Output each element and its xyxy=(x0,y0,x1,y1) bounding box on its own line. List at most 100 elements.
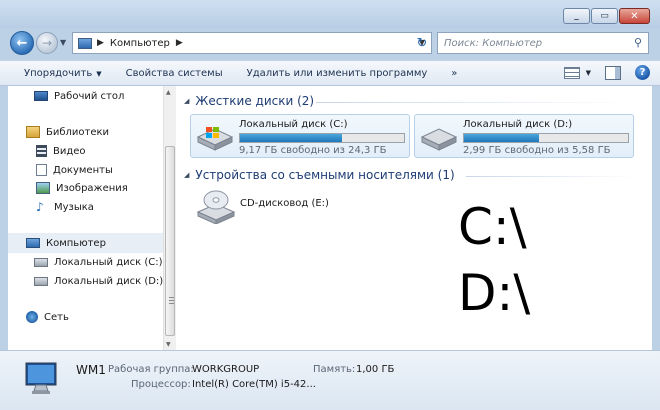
nav-item-disk-d[interactable]: Локальный диск (D:) xyxy=(8,271,166,291)
drive-free-space: 9,17 ГБ свободно из 24,3 ГБ xyxy=(239,145,387,156)
processor-value: Intel(R) Core(TM) i5-42... xyxy=(192,379,316,390)
refresh-button[interactable]: ↻ xyxy=(411,32,433,54)
organize-label: Упорядочить xyxy=(24,67,93,79)
nav-item-computer[interactable]: Компьютер xyxy=(8,233,166,253)
nav-item-label: Рабочий стол xyxy=(54,90,125,102)
close-icon: ✕ xyxy=(630,10,639,22)
group-title: Устройства со съемными носителями (1) xyxy=(195,168,455,182)
drive-usage-bar xyxy=(463,133,629,143)
video-icon xyxy=(36,145,47,157)
organize-button[interactable]: Упорядочить ▼ xyxy=(24,68,102,79)
maximize-button[interactable]: ▭ xyxy=(591,8,618,24)
computer-icon xyxy=(26,238,40,248)
navigation-pane: Рабочий стол Библиотеки Видео Документы … xyxy=(8,86,176,350)
group-header-hard-drives[interactable]: ◢ Жесткие диски (2) xyxy=(184,94,314,108)
drive-usage-fill xyxy=(464,134,540,142)
nav-item-label: Изображения xyxy=(56,182,128,194)
title-bar: _ ▭ ✕ xyxy=(0,0,660,28)
back-arrow-icon: ← xyxy=(16,35,28,51)
search-icon[interactable]: ⚲ xyxy=(634,36,642,49)
drive-tile-c[interactable]: Локальный диск (C:) 9,17 ГБ свободно из … xyxy=(190,114,410,158)
scrollbar-thumb[interactable] xyxy=(165,146,175,336)
network-icon xyxy=(26,311,38,323)
nav-item-images[interactable]: Изображения xyxy=(8,178,166,198)
scroll-down-icon[interactable]: ▼ xyxy=(166,341,171,348)
navigation-row: ← → ▼ ▶ Компьютер ▶ ▼ ↻ ⚲ xyxy=(0,28,660,58)
music-icon: ♪ xyxy=(36,200,44,214)
processor-label: Процессор: xyxy=(131,379,191,390)
drive-usage-fill xyxy=(240,134,342,142)
nav-item-label: Документы xyxy=(53,164,113,176)
address-bar[interactable]: ▶ Компьютер ▶ ▼ xyxy=(72,32,432,54)
cd-drive-item[interactable]: CD-дисковод (E:) xyxy=(196,188,416,228)
scroll-up-icon[interactable]: ▲ xyxy=(166,89,171,96)
preview-pane-icon[interactable] xyxy=(605,65,621,80)
explorer-window: _ ▭ ✕ ← → ▼ ▶ Компьютер ▶ ▼ ↻ ⚲ Упорядоч… xyxy=(0,0,660,410)
desktop-icon xyxy=(34,91,48,101)
memory-label: Память: xyxy=(313,364,356,375)
view-options-icon xyxy=(563,66,580,79)
nav-item-disk-c[interactable]: Локальный диск (C:) xyxy=(8,252,166,272)
back-button[interactable]: ← xyxy=(10,31,34,55)
content-area: Рабочий стол Библиотеки Видео Документы … xyxy=(8,86,652,350)
nav-item-label: Сеть xyxy=(44,311,69,323)
nav-item-label: Музыка xyxy=(54,201,94,213)
workgroup-value: WORKGROUP xyxy=(192,364,260,375)
libraries-icon xyxy=(26,126,40,138)
chevron-down-icon: ▼ xyxy=(96,69,102,78)
breadcrumb-separator-icon[interactable]: ▶ xyxy=(176,38,183,48)
search-box: ⚲ xyxy=(437,32,649,54)
nav-item-desktop[interactable]: Рабочий стол xyxy=(8,86,166,106)
refresh-icon: ↻ xyxy=(416,35,428,51)
nav-item-label: Локальный диск (D:) xyxy=(54,275,164,287)
collapse-icon: ◢ xyxy=(184,171,190,179)
cd-drive-name: CD-дисковод (E:) xyxy=(240,198,329,209)
computer-monitor-icon xyxy=(25,362,57,394)
search-input[interactable] xyxy=(444,37,614,49)
nav-scrollbar[interactable]: ▲ ▼ xyxy=(163,86,176,350)
documents-icon xyxy=(36,164,47,176)
hard-drive-icon xyxy=(420,128,458,151)
overlay-text-d: D:\ xyxy=(458,264,531,322)
memory-value: 1,00 ГБ xyxy=(356,364,395,375)
drive-icon xyxy=(34,257,48,267)
nav-item-label: Компьютер xyxy=(46,237,106,249)
close-button[interactable]: ✕ xyxy=(619,8,650,24)
collapse-icon: ◢ xyxy=(184,97,190,105)
breadcrumb-separator-icon[interactable]: ▶ xyxy=(97,38,104,48)
group-title: Жесткие диски (2) xyxy=(195,94,315,108)
cd-drive-icon xyxy=(196,190,236,224)
nav-item-music[interactable]: ♪ Музыка xyxy=(8,197,166,217)
minimize-button[interactable]: _ xyxy=(563,8,590,24)
nav-item-label: Библиотеки xyxy=(46,126,110,138)
overlay-text-c: C:\ xyxy=(458,198,527,256)
drive-free-space: 2,99 ГБ свободно из 5,58 ГБ xyxy=(463,145,611,156)
computer-icon xyxy=(78,37,92,49)
help-icon[interactable]: ? xyxy=(635,65,650,80)
nav-item-video[interactable]: Видео xyxy=(8,141,166,161)
hard-drive-icon xyxy=(196,127,234,151)
group-divider xyxy=(466,176,636,177)
drive-name: Локальный диск (D:) xyxy=(463,119,573,130)
recent-pages-dropdown[interactable]: ▼ xyxy=(60,38,66,47)
computer-name: WM1 xyxy=(76,363,106,377)
drive-tile-d[interactable]: Локальный диск (D:) 2,99 ГБ свободно из … xyxy=(414,114,634,158)
group-divider xyxy=(316,102,636,103)
nav-item-label: Локальный диск (C:) xyxy=(54,256,163,268)
drive-icon xyxy=(34,276,48,286)
nav-item-documents[interactable]: Документы xyxy=(8,160,166,180)
details-pane: WM1 Рабочая группа: WORKGROUP Память: 1,… xyxy=(0,350,660,410)
uninstall-program-button[interactable]: Удалить или изменить программу xyxy=(247,68,428,79)
drive-usage-bar xyxy=(239,133,405,143)
system-properties-button[interactable]: Свойства системы xyxy=(126,68,223,79)
change-view-button[interactable]: ▼ xyxy=(563,66,591,79)
workgroup-label: Рабочая группа: xyxy=(108,364,194,375)
more-commands-button[interactable]: » xyxy=(451,68,457,79)
forward-button[interactable]: → xyxy=(36,32,58,54)
nav-item-libraries[interactable]: Библиотеки xyxy=(8,122,166,142)
nav-item-network[interactable]: Сеть xyxy=(8,307,166,327)
group-header-removable[interactable]: ◢ Устройства со съемными носителями (1) xyxy=(184,168,455,182)
images-icon xyxy=(36,182,50,194)
breadcrumb-computer[interactable]: Компьютер xyxy=(110,38,170,49)
grip-icon xyxy=(169,297,174,304)
